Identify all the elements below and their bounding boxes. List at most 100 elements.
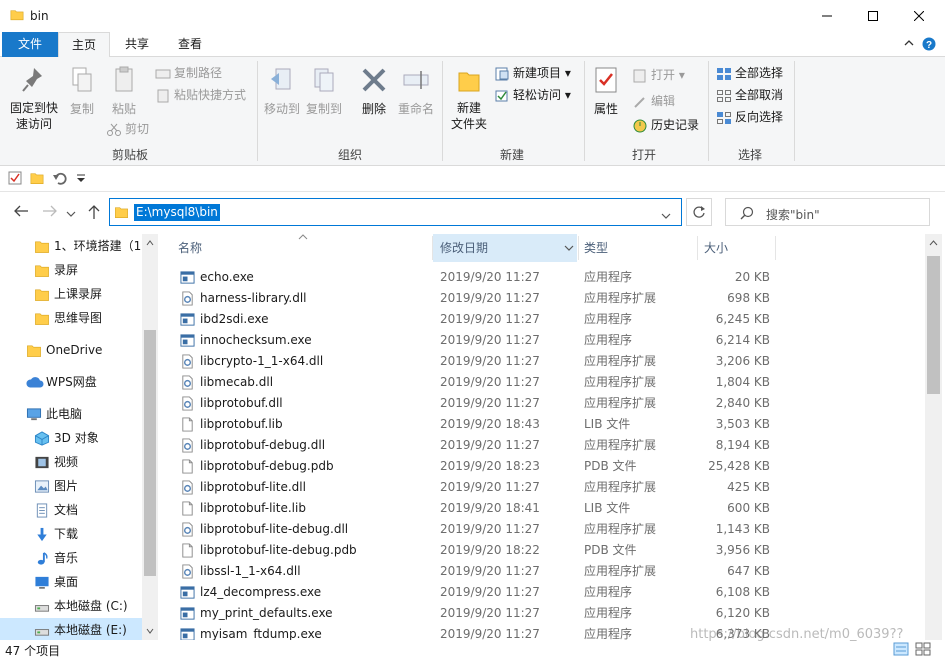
copy-button[interactable]: 复制 — [66, 65, 98, 117]
file-name: libprotobuf-lite-debug.dll — [200, 522, 349, 536]
file-row[interactable]: libprotobuf.lib 2019/9/20 18:43 LIB 文件 3,50… — [170, 414, 925, 435]
back-arrow-icon[interactable] — [13, 204, 29, 221]
file-row[interactable]: libprotobuf-debug.dll 2019/9/20 11:27 应用程序… — [170, 435, 925, 456]
tab-share[interactable]: 共享 — [112, 32, 162, 57]
address-bar[interactable]: E:\mysql8\bin — [109, 198, 682, 226]
column-header-name[interactable]: 名称 — [178, 234, 428, 262]
file-row[interactable]: harness-library.dll 2019/9/20 11:27 应用程序扩展… — [170, 288, 925, 309]
column-filter-chevron-icon[interactable] — [564, 245, 574, 252]
column-header-date[interactable]: 修改日期 — [433, 234, 577, 262]
properties-check-icon[interactable] — [8, 171, 22, 188]
file-row[interactable]: echo.exe 2019/9/20 11:27 应用程序 20 KB — [170, 267, 925, 288]
nav-item[interactable]: 桌面 — [0, 570, 142, 594]
file-row[interactable]: libprotobuf.dll 2019/9/20 11:27 应用程序扩展 2,84… — [170, 393, 925, 414]
cut-button[interactable]: 剪切 — [106, 119, 149, 139]
column-separator[interactable] — [578, 236, 579, 260]
customize-toolbar-icon[interactable] — [76, 171, 86, 188]
column-header-size[interactable]: 大小 — [704, 234, 774, 262]
scroll-up-arrow-icon[interactable] — [146, 240, 154, 246]
file-row[interactable]: libprotobuf-debug.pdb 2019/9/20 18:23 PDB … — [170, 456, 925, 477]
recent-locations-chevron-icon[interactable] — [66, 207, 76, 221]
nav-item[interactable]: 思维导图 — [0, 306, 142, 330]
address-dropdown-chevron-icon[interactable] — [661, 209, 671, 223]
3d-objects-icon — [34, 430, 50, 450]
column-separator[interactable] — [697, 236, 698, 260]
nav-scrollbar-thumb[interactable] — [144, 330, 156, 576]
search-box[interactable]: 搜索"bin" — [725, 198, 930, 226]
file-row[interactable]: innochecksum.exe 2019/9/20 11:27 应用程序 6,214… — [170, 330, 925, 351]
column-header-type[interactable]: 类型 — [584, 234, 684, 262]
edit-button[interactable]: 编辑 — [632, 91, 675, 111]
help-icon[interactable]: ? — [922, 37, 936, 54]
copy-label: 复制 — [69, 102, 94, 116]
delete-button[interactable]: 删除 — [358, 65, 390, 117]
address-path[interactable]: E:\mysql8\bin — [134, 204, 220, 221]
scroll-up-arrow-icon[interactable] — [929, 240, 938, 246]
details-view-icon[interactable] — [893, 642, 909, 658]
select-none-button[interactable]: 全部取消 — [716, 85, 783, 105]
nav-item[interactable]: 此电脑 — [0, 402, 142, 426]
rename-button[interactable]: 重命名 — [396, 65, 436, 117]
invert-selection-button[interactable]: 反向选择 — [716, 107, 783, 127]
file-name: libprotobuf-debug.pdb — [200, 459, 334, 473]
new-folder-icon[interactable] — [30, 171, 44, 188]
open-button[interactable]: 打开 ▾ — [632, 65, 685, 85]
file-row[interactable]: ibd2sdi.exe 2019/9/20 11:27 应用程序 6,245 KB — [170, 309, 925, 330]
chevron-up-icon[interactable] — [903, 37, 915, 52]
minimize-button[interactable] — [804, 0, 850, 32]
file-row[interactable]: libssl-1_1-x64.dll 2019/9/20 11:27 应用程序扩展 6… — [170, 561, 925, 582]
file-row[interactable]: my_print_defaults.exe 2019/9/20 11:27 应用程序… — [170, 603, 925, 624]
file-list-scrollbar[interactable] — [925, 234, 942, 640]
file-row[interactable]: libprotobuf-lite.lib 2019/9/20 18:41 LIB 文… — [170, 498, 925, 519]
file-row[interactable]: libprotobuf-lite-debug.dll 2019/9/20 11:2… — [170, 519, 925, 540]
nav-item[interactable]: 上课录屏 — [0, 282, 142, 306]
pin-quick-access-button[interactable]: 固定到快 速访问 — [6, 65, 62, 132]
tab-home[interactable]: 主页 — [58, 32, 110, 58]
new-item-button[interactable]: 新建项目 ▾ — [494, 63, 571, 83]
nav-item[interactable]: 图片 — [0, 474, 142, 498]
maximize-button[interactable] — [850, 0, 896, 32]
move-to-button[interactable]: 移动到 — [262, 65, 302, 117]
new-folder-button[interactable]: 新建 文件夹 — [448, 65, 490, 132]
copy-to-button[interactable]: 复制到 — [304, 65, 344, 117]
nav-item[interactable]: 录屏 — [0, 258, 142, 282]
large-icons-view-icon[interactable] — [915, 642, 931, 658]
close-button[interactable] — [896, 0, 942, 32]
rename-label: 重命名 — [397, 102, 434, 116]
file-row[interactable]: libprotobuf-lite-debug.pdb 2019/9/20 18:2… — [170, 540, 925, 561]
properties-button[interactable]: 属性 — [590, 65, 622, 117]
search-input[interactable]: 搜索"bin" — [766, 206, 820, 223]
move-to-icon — [271, 68, 291, 90]
tab-file[interactable]: 文件 — [2, 32, 58, 57]
forward-arrow-icon[interactable] — [42, 204, 58, 221]
nav-item[interactable]: 文档 — [0, 498, 142, 522]
nav-item[interactable]: OneDrive — [0, 338, 142, 362]
history-button[interactable]: 历史记录 — [632, 115, 699, 135]
nav-item[interactable]: WPS网盘 — [0, 370, 142, 394]
nav-scrollbar[interactable] — [142, 234, 158, 640]
refresh-button[interactable] — [686, 198, 712, 226]
undo-icon[interactable] — [52, 171, 68, 188]
file-row[interactable]: libprotobuf-lite.dll 2019/9/20 11:27 应用程序扩… — [170, 477, 925, 498]
nav-item[interactable]: 3D 对象 — [0, 426, 142, 450]
scroll-down-arrow-icon[interactable] — [146, 628, 154, 634]
select-all-button[interactable]: 全部选择 — [716, 63, 783, 83]
nav-item[interactable]: 音乐 — [0, 546, 142, 570]
copy-path-button[interactable]: 复制路径 — [155, 63, 222, 83]
up-arrow-icon[interactable] — [87, 204, 101, 223]
tab-view[interactable]: 查看 — [164, 32, 216, 57]
nav-item[interactable]: 下载 — [0, 522, 142, 546]
nav-item[interactable]: 视频 — [0, 450, 142, 474]
paste-button[interactable]: 粘贴 — [104, 65, 144, 117]
paste-shortcut-button[interactable]: 粘贴快捷方式 — [155, 85, 246, 105]
file-row[interactable]: lz4_decompress.exe 2019/9/20 11:27 应用程序 6,1… — [170, 582, 925, 603]
file-row[interactable]: libcrypto-1_1-x64.dll 2019/9/20 11:27 应用程序… — [170, 351, 925, 372]
select-group-label: 选择 — [737, 148, 762, 162]
file-row[interactable]: libmecab.dll 2019/9/20 11:27 应用程序扩展 1,804 K… — [170, 372, 925, 393]
nav-item[interactable]: 1、环境搭建（1 — [0, 234, 142, 258]
nav-item[interactable]: 本地磁盘 (E:) — [0, 618, 142, 640]
nav-item[interactable]: 本地磁盘 (C:) — [0, 594, 142, 618]
file-list-scrollbar-thumb[interactable] — [927, 256, 940, 394]
easy-access-button[interactable]: 轻松访问 ▾ — [494, 85, 571, 105]
column-separator[interactable] — [775, 236, 776, 260]
